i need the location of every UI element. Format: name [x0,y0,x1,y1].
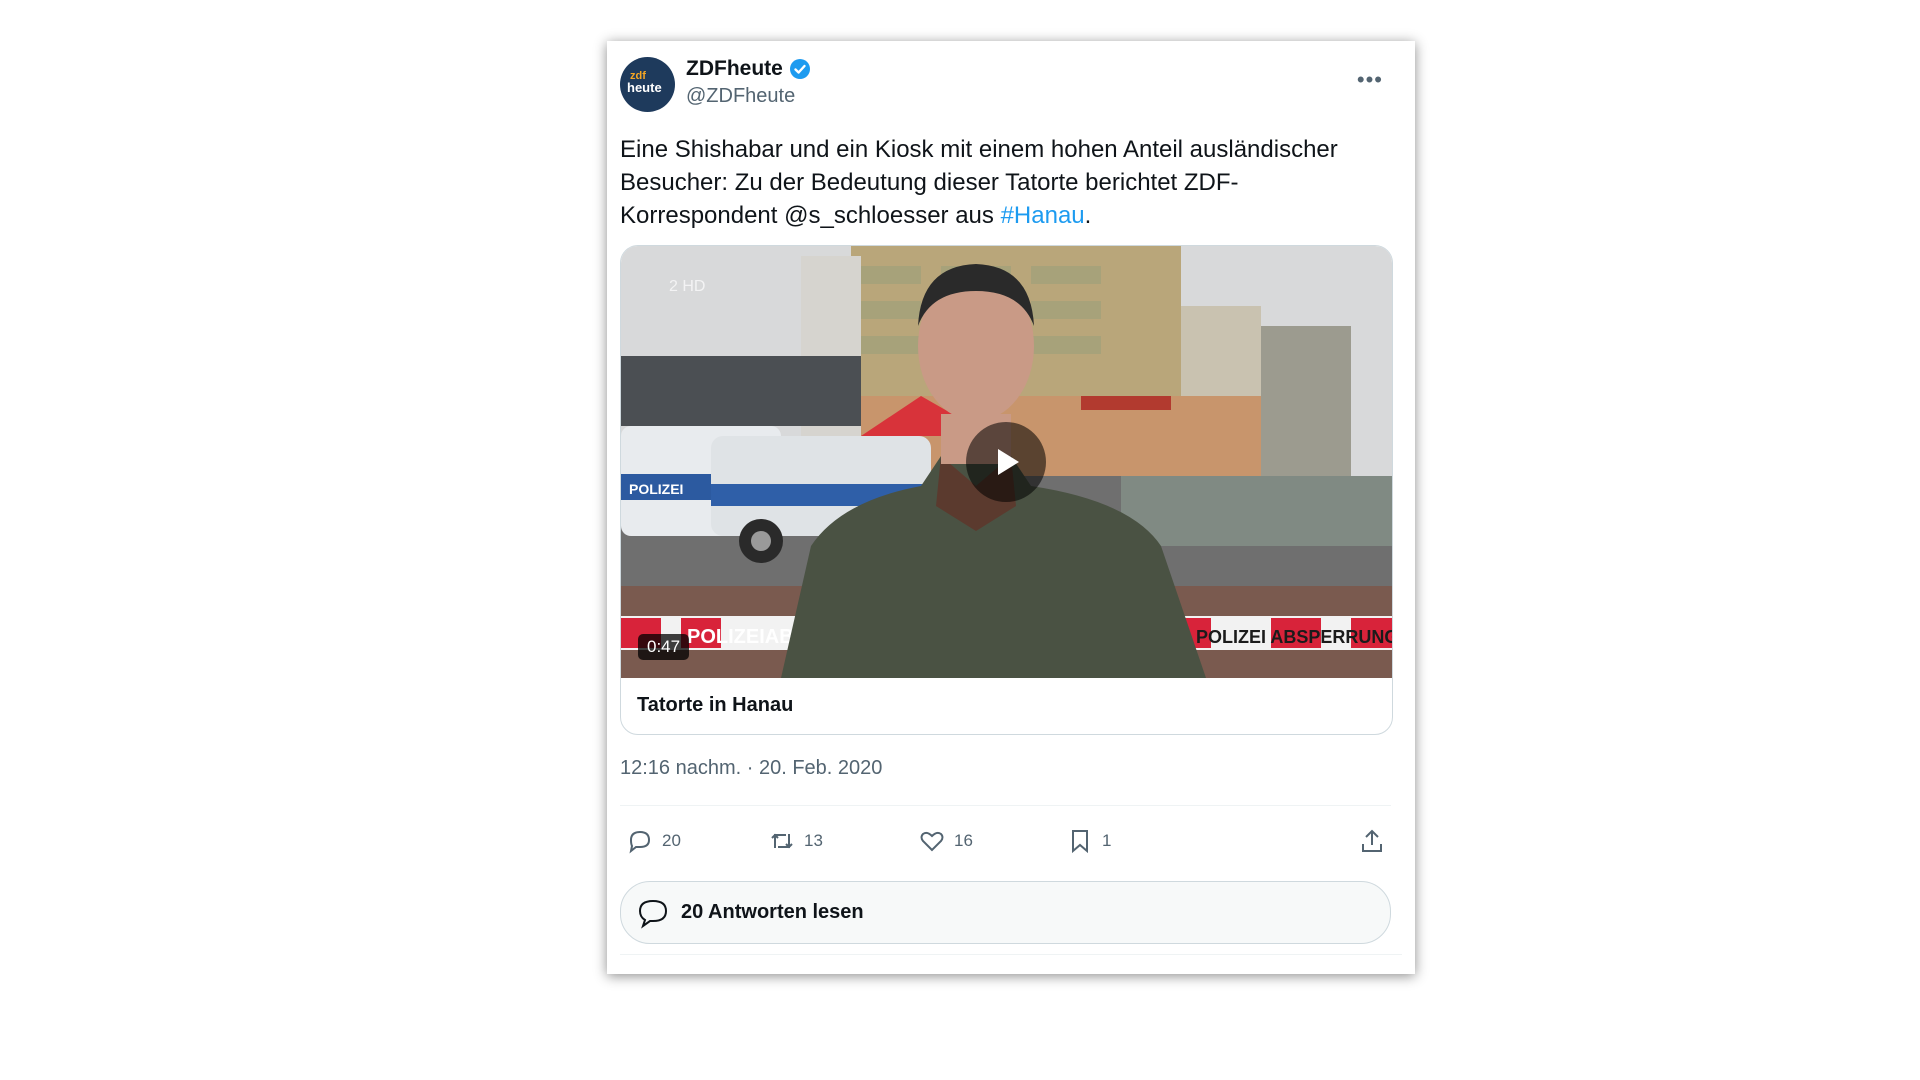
bookmark-icon [1072,830,1088,854]
play-button[interactable] [966,422,1046,502]
avatar-text-heute: heute [627,80,662,95]
share-button[interactable] [1358,827,1386,855]
tweet-text-body: Eine Shishabar und ein Kiosk mit einem h… [620,136,1338,229]
hashtag-link[interactable]: #Hanau [1001,202,1085,229]
video-title[interactable]: Tatorte in Hanau [637,694,793,717]
read-replies-button[interactable]: 20 Antworten lesen [620,881,1391,944]
retweet-count: 13 [804,831,823,850]
video-card[interactable]: POLIZEI POLIZEIABSPERRUNG POLIZEI ABSPER… [620,245,1393,735]
tweet-timestamp[interactable]: 12:16 nachm. · 20. Feb. 2020 [620,757,882,780]
retweet-button[interactable]: 13 [768,827,823,855]
like-button[interactable]: 16 [918,827,973,855]
speech-bubble-icon [638,899,668,929]
tweet-text-end: . [1084,202,1092,229]
retweet-icon [771,833,793,849]
svg-text:2 HD: 2 HD [669,278,705,295]
like-count: 16 [954,831,973,850]
read-replies-label: 20 Antworten lesen [681,901,864,923]
divider [620,805,1391,806]
reply-icon [629,830,651,854]
bottom-divider [620,954,1402,955]
heart-icon [920,831,944,852]
play-icon [998,449,1019,475]
reply-count: 20 [662,831,681,850]
verified-badge-icon [789,59,810,79]
video-duration: 0:47 [638,634,690,660]
share-icon [1362,829,1382,852]
tweet-text: Eine Shishabar und ein Kiosk mit einem h… [620,133,1380,232]
display-name[interactable]: ZDFheute [686,57,783,81]
tape-text-right: POLIZEI ABSPERRUNG [1196,627,1392,647]
bookmark-button[interactable]: 1 [1066,827,1111,855]
video-thumbnail[interactable]: POLIZEI POLIZEIABSPERRUNG POLIZEI ABSPER… [621,246,1392,678]
more-options-icon[interactable]: ••• [1357,67,1383,93]
avatar[interactable]: zdf heute [620,57,675,112]
reply-button[interactable]: 20 [626,827,681,855]
account-handle[interactable]: @ZDFheute [686,85,795,108]
tweet-card: zdf heute ZDFheute @ZDFheute ••• Eine Sh… [607,41,1415,974]
van-label: POLIZEI [629,481,683,497]
action-bar: 20 13 16 1 [620,821,1391,865]
bookmark-count: 1 [1102,831,1112,850]
display-name-row[interactable]: ZDFheute [686,57,811,81]
